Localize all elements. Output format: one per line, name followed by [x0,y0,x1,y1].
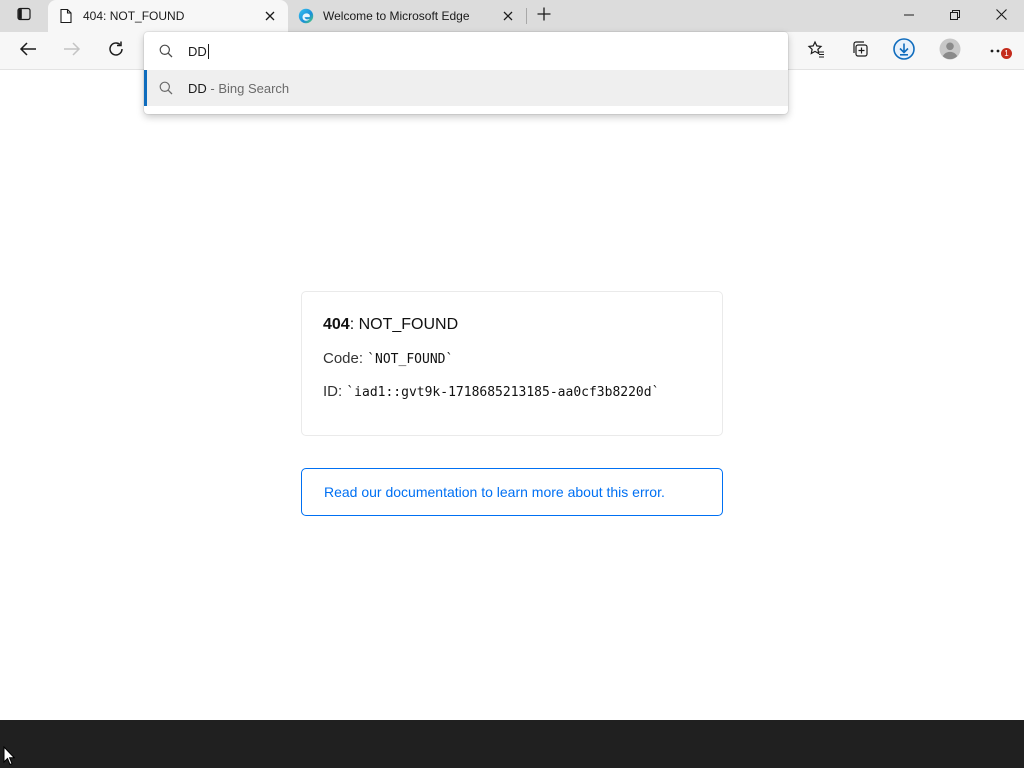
tab-strip: 404: NOT_FOUND Welcome to Microsoft Edge [0,0,1024,32]
collections-icon [851,40,869,63]
tab-close-icon[interactable] [258,4,282,28]
tab-actions-button[interactable] [8,0,40,32]
minimize-button[interactable] [886,0,932,32]
error-code-line: Code: `NOT_FOUND` [323,350,701,369]
close-icon [995,7,1007,25]
error-code-text: : NOT_FOUND [349,316,459,333]
page-icon [58,8,74,24]
restore-icon [950,7,960,25]
plus-icon [537,7,551,26]
more-icon: 1 [989,48,1012,59]
favorites-button[interactable] [800,35,832,67]
favorites-icon [807,40,825,63]
address-bar[interactable]: DD [144,32,788,70]
forward-icon [63,41,81,62]
tab-close-icon[interactable] [496,4,520,28]
search-icon [158,80,174,96]
tab-separator [526,8,527,24]
settings-more-button[interactable]: 1 [982,35,1014,67]
taskbar [0,720,1024,768]
refresh-icon [107,40,125,63]
suggestion-item[interactable]: DD - Bing Search [144,70,788,106]
suggestion-separator: - [206,80,219,96]
address-bar-dropdown: DD DD - Bing Search [144,32,788,114]
error-code-number: 404 [323,316,350,333]
suggestion-source: Bing Search [218,80,290,96]
downloads-icon [893,37,915,65]
error-code-label: Code: [323,350,368,367]
edge-logo-icon [298,8,314,24]
collections-button[interactable] [844,35,876,67]
search-icon [158,43,174,59]
tab-welcome-edge[interactable]: Welcome to Microsoft Edge [288,0,526,32]
profile-avatar-icon [939,38,961,65]
window-close-button[interactable] [978,0,1024,32]
downloads-button[interactable] [888,35,920,67]
error-id-value: `iad1::gvt9k-1718685213185-aa0cf3b8220d` [346,385,660,400]
documentation-link[interactable]: Read our documentation to learn more abo… [324,484,665,500]
profile-button[interactable] [934,35,966,67]
suggestion-query: DD [188,80,207,96]
error-card: 404: NOT_FOUND Code: `NOT_FOUND` ID: `ia… [301,291,723,436]
error-code-value: `NOT_FOUND` [367,352,454,367]
mouse-cursor-icon [3,745,16,768]
minimize-icon [904,7,914,25]
refresh-button[interactable] [100,35,132,67]
selection-indicator [144,70,147,106]
error-id-label: ID: [323,383,347,400]
tab-404-not-found[interactable]: 404: NOT_FOUND [48,0,288,32]
tab-title: 404: NOT_FOUND [83,9,185,23]
new-tab-button[interactable] [530,2,558,30]
tab-actions-icon [16,6,32,27]
back-icon [19,41,37,62]
error-id-line: ID: `iad1::gvt9k-1718685213185-aa0cf3b82… [323,383,701,402]
forward-button[interactable] [56,35,88,67]
restore-button[interactable] [932,0,978,32]
notification-badge: 1 [1001,48,1012,59]
back-button[interactable] [12,35,44,67]
address-input[interactable]: DD [188,43,209,59]
address-input-value: DD [188,43,207,59]
error-heading: 404: NOT_FOUND [323,316,701,334]
tab-title: Welcome to Microsoft Edge [323,9,470,23]
text-caret [207,43,209,59]
documentation-link-box[interactable]: Read our documentation to learn more abo… [301,468,723,516]
